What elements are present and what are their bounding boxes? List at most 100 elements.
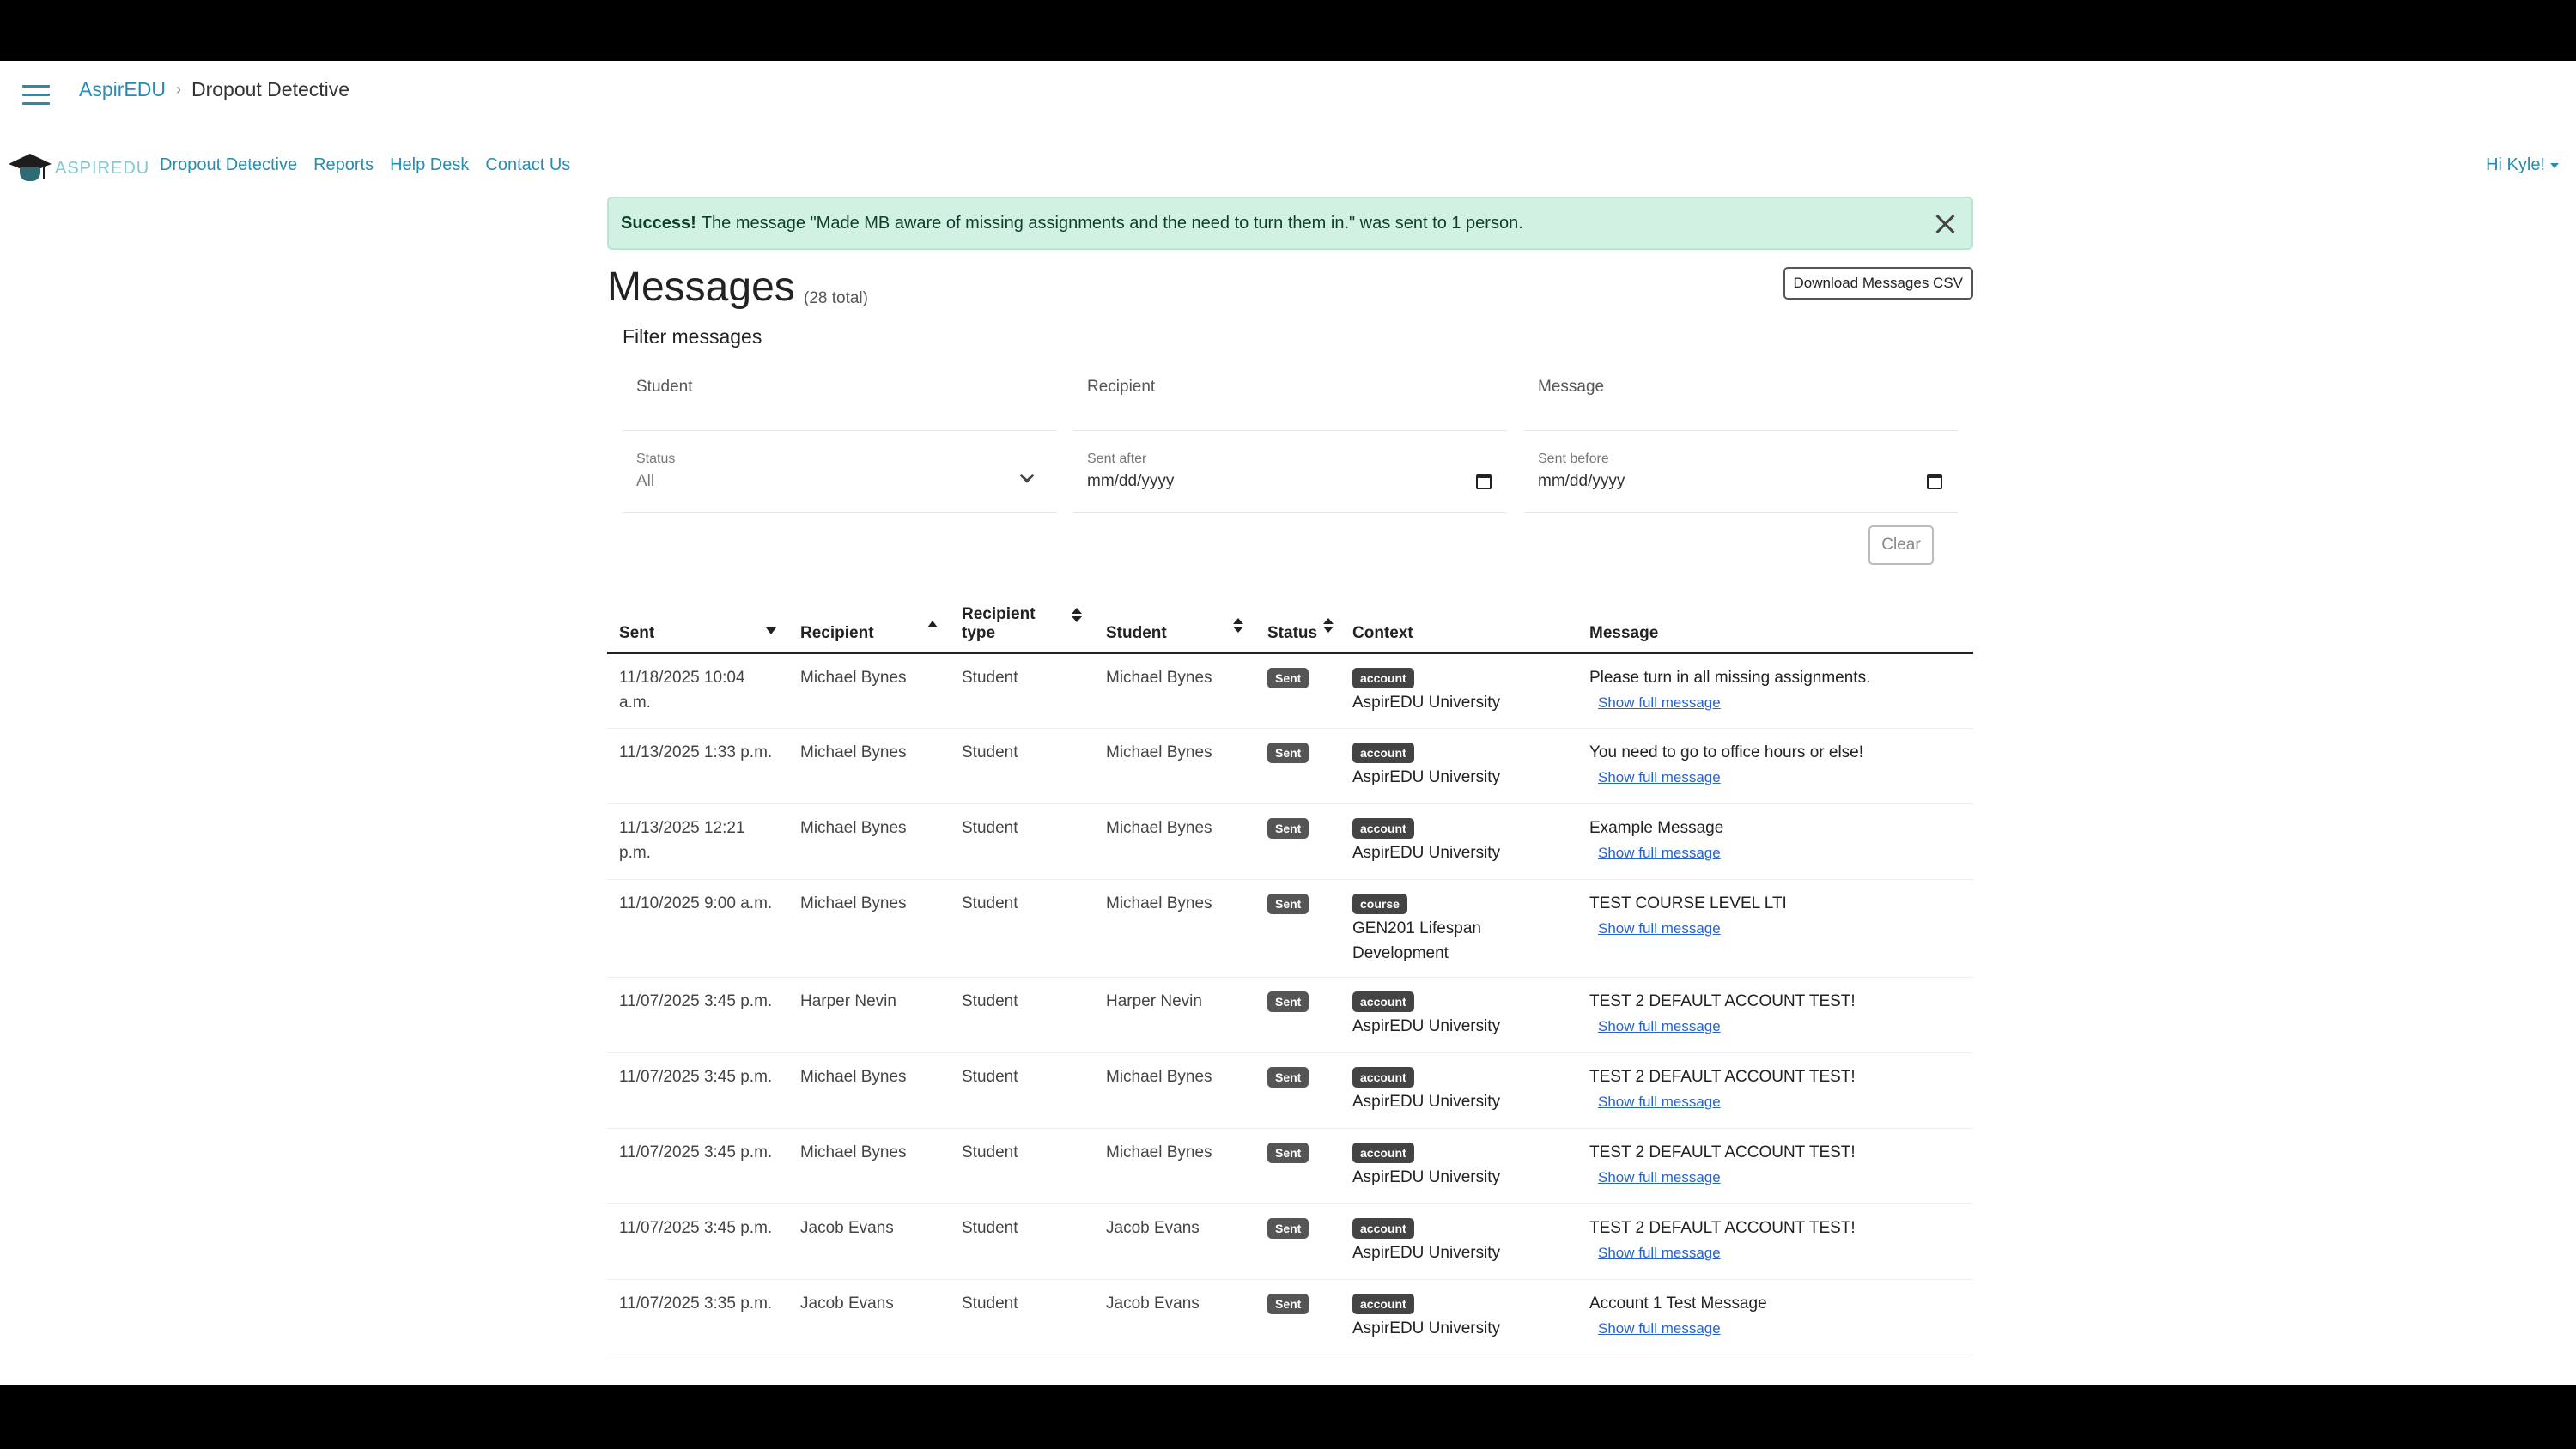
- show-full-message-link[interactable]: Show full message: [1598, 690, 1721, 715]
- context-name: AspirEDU University: [1352, 693, 1501, 712]
- student-filter-input[interactable]: Student: [623, 366, 1056, 431]
- cell-student: Jacob Evans: [1094, 1279, 1255, 1355]
- logo-text: ASPIREDU: [55, 158, 150, 178]
- context-badge: account: [1352, 1293, 1414, 1314]
- show-full-message-link[interactable]: Show full message: [1598, 1240, 1721, 1265]
- header-label: Message: [1589, 623, 1659, 642]
- cell-sent: 11/07/2025 3:45 p.m.: [607, 977, 788, 1053]
- header-label: Student: [1106, 623, 1167, 642]
- sent-after-date-input[interactable]: Sent after mm/dd/yyyy: [1073, 431, 1507, 513]
- cell-recipient-type: Student: [950, 652, 1094, 729]
- clear-button[interactable]: Clear: [1868, 525, 1934, 565]
- table-row: 11/07/2025 3:45 p.m. Jacob Evans Student Ja…: [607, 1203, 1973, 1280]
- alert-text: The message "Made MB aware of missing as…: [701, 213, 1523, 233]
- cell-context: account AspirEDU University: [1340, 803, 1577, 880]
- calendar-icon[interactable]: [1476, 474, 1492, 489]
- header-label: Recipient: [800, 623, 874, 642]
- nav-link-reports[interactable]: Reports: [313, 155, 374, 175]
- cell-recipient: Michael Bynes: [788, 803, 950, 880]
- context-badge: account: [1352, 667, 1414, 688]
- sort-desc-icon: [766, 621, 776, 640]
- cell-status: Sent: [1255, 1128, 1340, 1204]
- cell-sent: 11/07/2025 3:45 p.m.: [607, 1203, 788, 1280]
- cell-message: TEST 2 DEFAULT ACCOUNT TEST! Show full me…: [1577, 1128, 1973, 1204]
- status-select[interactable]: Status All: [623, 431, 1056, 513]
- status-label: Status: [636, 452, 676, 466]
- status-badge: Sent: [1267, 1142, 1309, 1163]
- messages-table: Sent Recipient Recipient type Student St…: [607, 585, 1973, 1355]
- cell-recipient: Michael Bynes: [788, 652, 950, 729]
- cell-context: account AspirEDU University: [1340, 652, 1577, 729]
- table-row: 11/13/2025 12:21 p.m. Michael Bynes Studen…: [607, 803, 1973, 880]
- message-text: TEST COURSE LEVEL LTI: [1589, 894, 1787, 912]
- user-greeting: Hi Kyle!: [2486, 155, 2545, 174]
- nav-link-contact-us[interactable]: Contact Us: [485, 155, 570, 175]
- status-badge: Sent: [1267, 817, 1309, 839]
- filter-panel: Filter messages Student Recipient Messag…: [607, 325, 1973, 575]
- cell-student: Michael Bynes: [1094, 879, 1255, 978]
- message-text: TEST 2 DEFAULT ACCOUNT TEST!: [1589, 1218, 1856, 1237]
- total-count: (28 total): [804, 289, 868, 307]
- calendar-icon[interactable]: [1927, 474, 1942, 489]
- column-header-recipient-type[interactable]: Recipient type: [950, 585, 1094, 654]
- status-badge: Sent: [1267, 1066, 1309, 1088]
- cell-status: Sent: [1255, 1052, 1340, 1129]
- show-full-message-link[interactable]: Show full message: [1598, 840, 1721, 865]
- cell-recipient: Michael Bynes: [788, 728, 950, 804]
- cell-sent: 11/07/2025 3:45 p.m.: [607, 1052, 788, 1129]
- table-row: 11/07/2025 3:35 p.m. Jacob Evans Student Ja…: [607, 1279, 1973, 1355]
- page-title: Messages: [607, 264, 795, 310]
- show-full-message-link[interactable]: Show full message: [1598, 1316, 1721, 1341]
- breadcrumb-root-link[interactable]: AspirEDU: [79, 78, 166, 101]
- menu-icon[interactable]: [22, 85, 50, 106]
- sent-before-date-input[interactable]: Sent before mm/dd/yyyy: [1524, 431, 1958, 513]
- cell-sent: 11/13/2025 1:33 p.m.: [607, 728, 788, 804]
- download-csv-button[interactable]: Download Messages CSV: [1783, 267, 1973, 300]
- brand-logo[interactable]: ASPIREDU: [9, 147, 149, 185]
- message-filter-input[interactable]: Message: [1524, 366, 1958, 431]
- status-badge: Sent: [1267, 893, 1309, 914]
- cell-message: Account 1 Test Message Show full message: [1577, 1279, 1973, 1355]
- message-text: Account 1 Test Message: [1589, 1294, 1767, 1313]
- user-menu[interactable]: Hi Kyle!: [2486, 155, 2559, 175]
- nav-link-help-desk[interactable]: Help Desk: [390, 155, 469, 175]
- column-header-sent[interactable]: Sent: [607, 585, 788, 654]
- nav-links: Dropout Detective Reports Help Desk Cont…: [160, 155, 570, 175]
- show-full-message-link[interactable]: Show full message: [1598, 1014, 1721, 1039]
- cell-status: Sent: [1255, 652, 1340, 729]
- column-header-student[interactable]: Student: [1094, 585, 1255, 654]
- page-header: Messages (28 total) Download Messages CS…: [607, 250, 1973, 325]
- message-text: Please turn in all missing assignments.: [1589, 668, 1871, 687]
- status-badge: Sent: [1267, 667, 1309, 688]
- cell-recipient: Jacob Evans: [788, 1203, 950, 1280]
- nav-link-dropout-detective[interactable]: Dropout Detective: [160, 155, 297, 175]
- header-label: Recipient type: [962, 604, 1036, 642]
- cell-message: TEST 2 DEFAULT ACCOUNT TEST! Show full me…: [1577, 1052, 1973, 1129]
- cell-message: Please turn in all missing assignments. S…: [1577, 652, 1973, 729]
- cell-recipient-type: Student: [950, 1128, 1094, 1204]
- show-full-message-link[interactable]: Show full message: [1598, 1165, 1721, 1190]
- context-badge: account: [1352, 1066, 1414, 1088]
- column-header-recipient[interactable]: Recipient: [788, 585, 950, 654]
- cell-status: Sent: [1255, 879, 1340, 978]
- recipient-filter-input[interactable]: Recipient: [1073, 366, 1507, 431]
- cell-recipient-type: Student: [950, 977, 1094, 1053]
- cell-recipient: Harper Nevin: [788, 977, 950, 1053]
- column-header-status[interactable]: Status: [1255, 585, 1340, 654]
- cell-message: TEST 2 DEFAULT ACCOUNT TEST! Show full me…: [1577, 1203, 1973, 1280]
- sent-before-label: Sent before: [1538, 452, 1609, 466]
- graduation-cap-icon: [9, 147, 53, 185]
- recipient-filter-label: Recipient: [1087, 378, 1156, 396]
- status-badge: Sent: [1267, 742, 1309, 763]
- show-full-message-link[interactable]: Show full message: [1598, 916, 1721, 941]
- cell-student: Harper Nevin: [1094, 977, 1255, 1053]
- cell-status: Sent: [1255, 803, 1340, 880]
- show-full-message-link[interactable]: Show full message: [1598, 1089, 1721, 1114]
- cell-context: account AspirEDU University: [1340, 1128, 1577, 1204]
- main-content: Success! The message "Made MB aware of m…: [607, 197, 1973, 1355]
- close-icon[interactable]: [1934, 212, 1958, 236]
- table-row: 11/18/2025 10:04 a.m. Michael Bynes Studen…: [607, 652, 1973, 729]
- show-full-message-link[interactable]: Show full message: [1598, 765, 1721, 790]
- context-badge: account: [1352, 991, 1414, 1012]
- chevron-right-icon: ›: [175, 81, 181, 98]
